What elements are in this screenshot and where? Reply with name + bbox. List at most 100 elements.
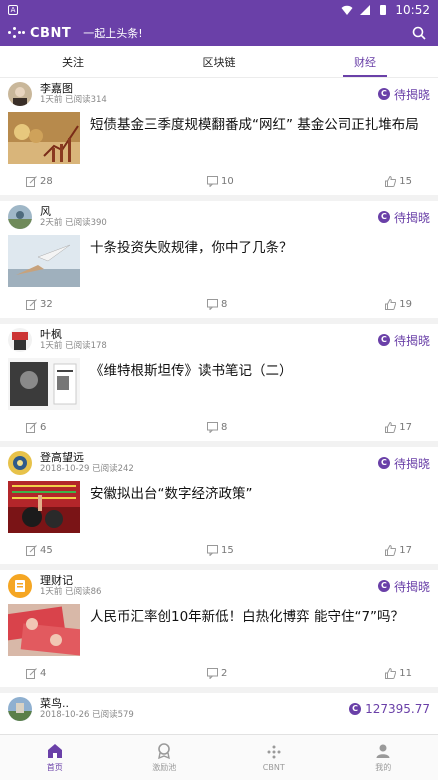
- like-count[interactable]: 17: [385, 544, 412, 556]
- tab-finance[interactable]: 财经: [292, 46, 438, 77]
- avatar[interactable]: [8, 574, 32, 598]
- edit-icon: [26, 544, 37, 556]
- reward-value: 待揭晓: [393, 456, 430, 471]
- author-name[interactable]: 登高望远: [40, 451, 134, 464]
- like-count[interactable]: 17: [385, 421, 412, 433]
- edit-icon: [26, 667, 37, 679]
- author-name[interactable]: 菜鸟..: [40, 697, 134, 710]
- comment-icon: [207, 544, 218, 556]
- cbnt-icon: [267, 745, 281, 758]
- like-count[interactable]: 15: [385, 175, 412, 187]
- reward-badge: C 待揭晓: [377, 332, 430, 349]
- article-card[interactable]: 理财记 1天前 已阅读86 C 待揭晓 人民币汇率创10年新低！白热化博弈 能守…: [0, 570, 438, 687]
- nav-home[interactable]: 首页: [0, 735, 110, 780]
- article-card[interactable]: 登高望远 2018-10-29 已阅读242 C 待揭晓 安徽拟出台“数字经济政…: [0, 447, 438, 564]
- reward-value: 待揭晓: [393, 210, 430, 225]
- category-tabs: 关注 区块链 财经: [0, 46, 438, 78]
- comment-count[interactable]: 32: [26, 299, 53, 310]
- signal-icon: [360, 5, 371, 15]
- author-name[interactable]: 李嘉图: [40, 82, 107, 95]
- user-icon: [376, 744, 390, 758]
- author-name[interactable]: 风: [40, 205, 107, 218]
- comment-count[interactable]: 28: [26, 176, 53, 187]
- search-button[interactable]: [408, 22, 430, 44]
- article-title[interactable]: 安徽拟出台“数字经济政策”: [90, 485, 253, 503]
- comment-icon: [207, 667, 218, 679]
- message-count[interactable]: 10: [207, 175, 234, 187]
- article-thumbnail[interactable]: [8, 604, 80, 656]
- article-title[interactable]: 短债基金三季度规模翻番成“网红” 基金公司正扎堆布局: [90, 116, 419, 134]
- reward-value: 待揭晓: [393, 333, 430, 348]
- author-name[interactable]: 理财记: [40, 574, 101, 587]
- reward-value: 127395.77: [365, 702, 430, 716]
- cbnt-logo-icon: [8, 27, 26, 39]
- avatar[interactable]: [8, 82, 32, 106]
- article-thumbnail[interactable]: [8, 481, 80, 533]
- like-count[interactable]: 11: [385, 667, 412, 679]
- post-meta: 2018-10-29 已阅读242: [40, 464, 134, 474]
- edit-icon: [26, 298, 37, 310]
- reward-badge: C 待揭晓: [377, 86, 430, 103]
- status-time: 10:52: [395, 3, 430, 17]
- avatar[interactable]: [8, 697, 32, 721]
- post-meta: 1天前 已阅读86: [40, 587, 102, 597]
- message-count[interactable]: 15: [207, 544, 234, 556]
- home-icon: [47, 743, 62, 758]
- thumbs-up-icon: [385, 421, 397, 433]
- search-icon: [412, 26, 426, 40]
- comment-count[interactable]: 45: [26, 545, 53, 556]
- post-meta: 1天前 已阅读314: [40, 95, 107, 105]
- article-title[interactable]: 十条投资失败规律，你中了几条？: [90, 239, 293, 257]
- avatar[interactable]: [8, 451, 32, 475]
- post-meta: 1天前 已阅读178: [40, 341, 107, 351]
- app-slogan: 一起上头条!: [83, 27, 143, 40]
- notification-icon: A: [8, 5, 18, 15]
- tab-blockchain[interactable]: 区块链: [146, 46, 292, 77]
- article-card[interactable]: 李嘉图 1天前 已阅读314 C 待揭晓 短债基金三季度规模翻番成“网红” 基金…: [0, 78, 438, 195]
- article-card[interactable]: 叶枫 1天前 已阅读178 C 待揭晓 《维特根斯坦传》读书笔记（二） 6 8: [0, 324, 438, 441]
- comment-icon: [207, 175, 218, 187]
- battery-icon: [380, 5, 387, 15]
- article-title[interactable]: 人民币汇率创10年新低！白热化博弈 能守住“7”吗？: [90, 608, 404, 626]
- nav-mine[interactable]: 我的: [329, 735, 438, 780]
- post-meta: 2018-10-26 已阅读579: [40, 710, 134, 720]
- thumbs-up-icon: [385, 175, 397, 187]
- coin-icon: C: [377, 334, 390, 346]
- message-count[interactable]: 2: [207, 667, 227, 679]
- message-count[interactable]: 8: [207, 298, 227, 310]
- app-logo[interactable]: CBNT: [8, 26, 71, 41]
- article-card[interactable]: 风 2天前 已阅读390 C 待揭晓 十条投资失败规律，你中了几条？ 32 8: [0, 201, 438, 318]
- article-thumbnail[interactable]: [8, 235, 80, 287]
- article-feed[interactable]: 李嘉图 1天前 已阅读314 C 待揭晓 短债基金三季度规模翻番成“网红” 基金…: [0, 78, 438, 734]
- nav-incentive-pool[interactable]: 激励池: [110, 735, 220, 780]
- like-count[interactable]: 19: [385, 298, 412, 310]
- wifi-icon: [341, 5, 353, 15]
- app-bar: CBNT 一起上头条!: [0, 20, 438, 46]
- post-meta: 2天前 已阅读390: [40, 218, 107, 228]
- reward-value: 待揭晓: [393, 579, 430, 594]
- thumbs-up-icon: [385, 544, 397, 556]
- comment-count[interactable]: 4: [26, 668, 46, 679]
- thumbs-up-icon: [385, 667, 397, 679]
- coin-icon: C: [377, 211, 390, 223]
- article-title[interactable]: 《维特根斯坦传》读书笔记（二）: [90, 362, 293, 380]
- coin-icon: C: [377, 580, 390, 592]
- status-bar: A 10:52: [0, 0, 438, 20]
- reward-badge: C 待揭晓: [377, 455, 430, 472]
- logo-text: CBNT: [30, 25, 72, 41]
- article-card[interactable]: 菜鸟.. 2018-10-26 已阅读579 C 127395.77: [0, 693, 438, 734]
- author-name[interactable]: 叶枫: [40, 328, 107, 341]
- message-count[interactable]: 8: [207, 421, 227, 433]
- tab-follow[interactable]: 关注: [0, 46, 146, 77]
- bottom-navigation: 首页 激励池 CBNT 我的: [0, 734, 438, 780]
- reward-badge: C 127395.77: [349, 702, 430, 716]
- article-thumbnail[interactable]: [8, 358, 80, 410]
- edit-icon: [26, 175, 37, 187]
- avatar[interactable]: [8, 205, 32, 229]
- avatar[interactable]: [8, 328, 32, 352]
- medal-icon: [158, 742, 171, 759]
- nav-cbnt[interactable]: CBNT: [219, 735, 329, 780]
- comment-icon: [207, 421, 218, 433]
- comment-count[interactable]: 6: [26, 422, 46, 433]
- article-thumbnail[interactable]: [8, 112, 80, 164]
